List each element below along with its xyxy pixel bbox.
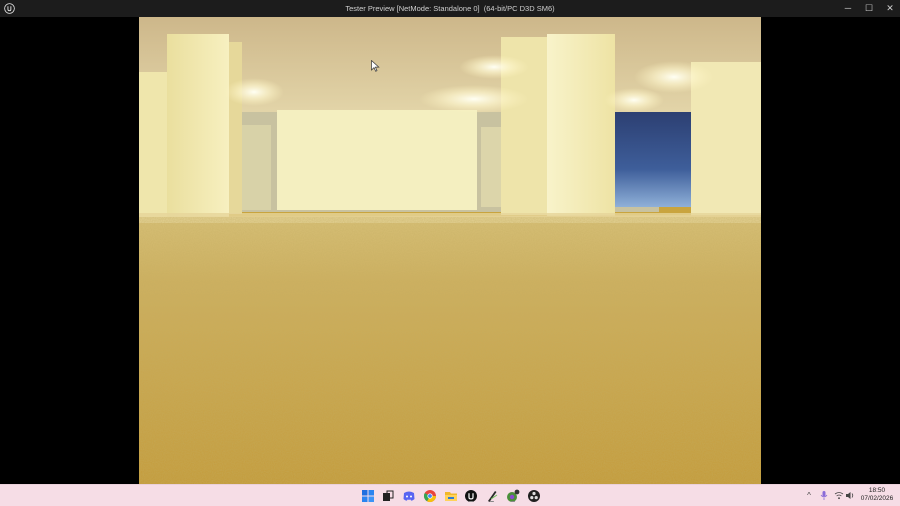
running-indicator [511, 500, 515, 502]
running-indicator [469, 500, 473, 502]
clock-date: 07/02/2026 [860, 495, 894, 502]
clock-time: 18:50 [868, 487, 886, 494]
running-indicator [490, 500, 494, 502]
volume-icon[interactable] [845, 490, 855, 501]
mouse-pointer-icon [371, 60, 380, 72]
windows-taskbar: ^ 18:50 07/02/2026 [0, 484, 900, 506]
system-clock[interactable]: 18:50 07/02/2026 [857, 487, 897, 503]
github-desktop-icon[interactable] [506, 489, 520, 503]
file-explorer-icon[interactable] [444, 489, 458, 503]
minimize-button[interactable]: ─ [838, 0, 858, 17]
maximize-button[interactable]: ☐ [859, 0, 879, 17]
letterbox-left [0, 17, 139, 484]
network-icon[interactable] [834, 490, 844, 501]
obs-icon[interactable] [527, 489, 541, 503]
pen-tool-icon[interactable] [485, 489, 499, 503]
microphone-icon[interactable] [819, 490, 829, 501]
letterbox-right [761, 17, 900, 484]
scene-render [139, 17, 761, 484]
close-button[interactable]: ✕ [880, 0, 900, 17]
chrome-icon[interactable] [423, 489, 437, 503]
discord-icon[interactable] [402, 489, 416, 503]
tray-overflow-chevron-icon[interactable]: ^ [804, 490, 814, 501]
window-title: Tester Preview [NetMode: Standalone 0] (… [345, 4, 555, 13]
unreal-engine-icon[interactable] [464, 489, 478, 503]
taskview-icon[interactable] [381, 489, 395, 503]
window-title-bar[interactable]: Tester Preview [NetMode: Standalone 0] (… [0, 0, 900, 17]
start-icon[interactable] [361, 489, 375, 503]
game-viewport[interactable] [139, 17, 761, 484]
